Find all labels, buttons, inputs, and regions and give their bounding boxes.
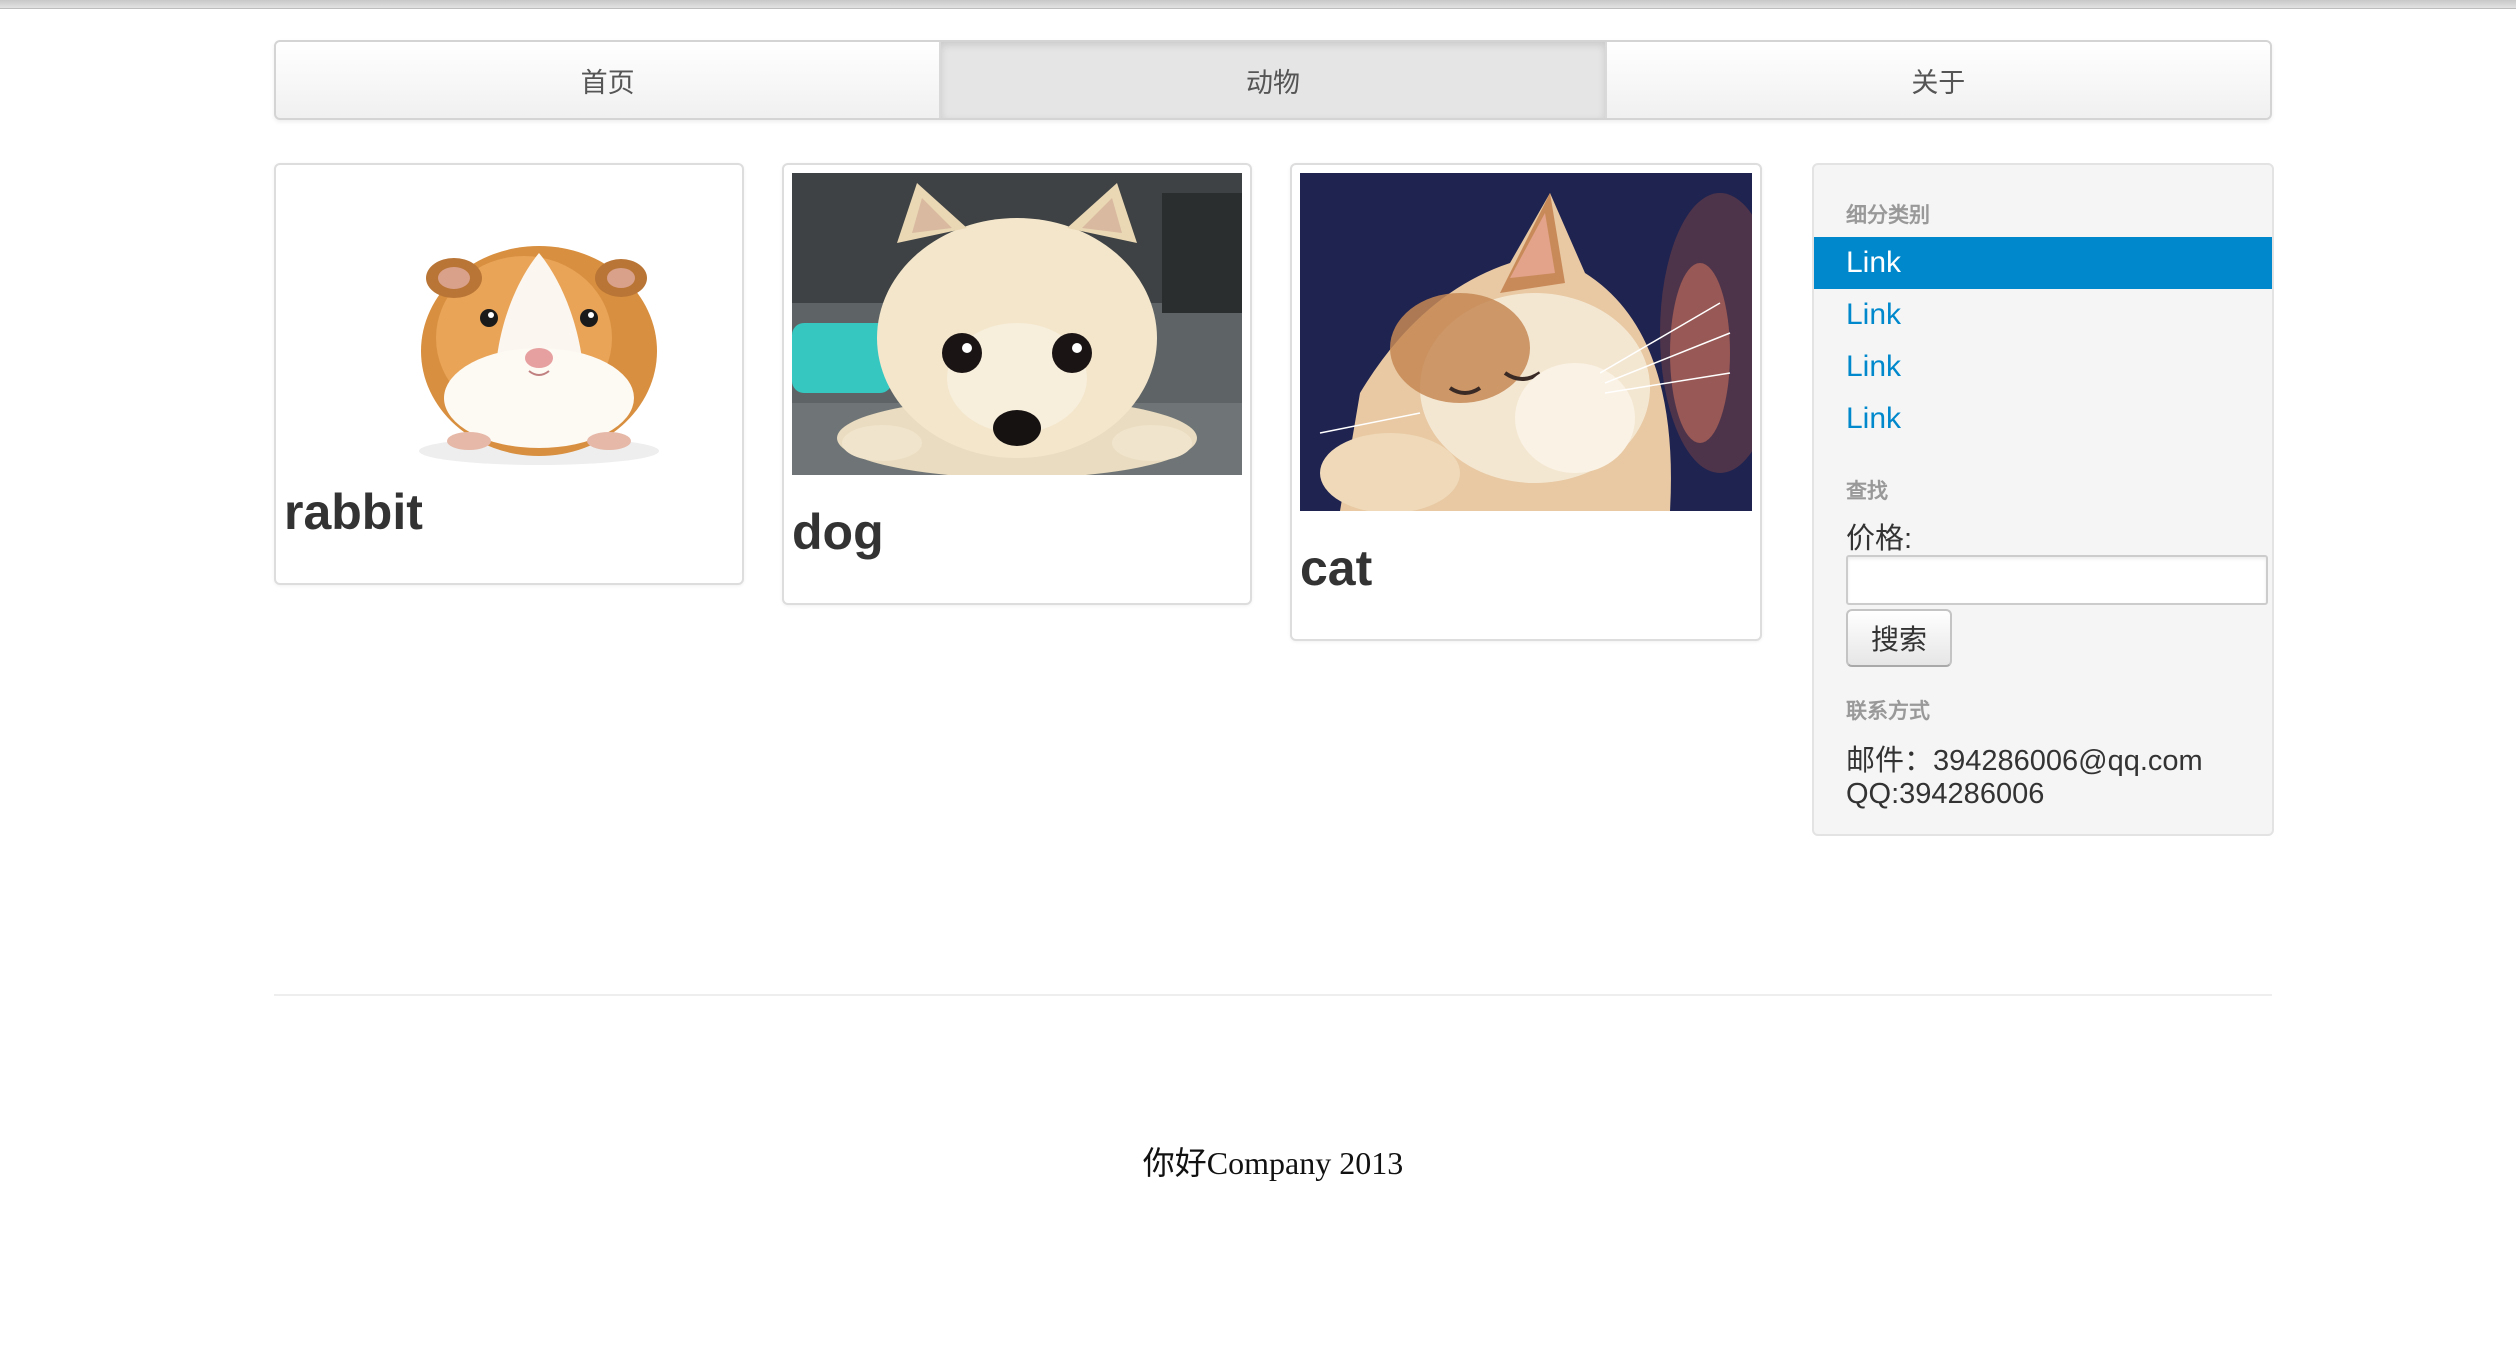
nav-item-about[interactable]: 关于 (1604, 42, 2270, 118)
search-header: 查找 (1846, 480, 1888, 503)
thumbnail-caption: rabbit (284, 484, 423, 540)
sleeping-cat-photo (1300, 173, 1752, 511)
sidebar-link-2[interactable]: Link (1814, 289, 2272, 341)
sidebar-link-3[interactable]: Link (1814, 341, 2272, 393)
nav-item-animals[interactable]: 动物 (939, 42, 1605, 118)
thumbnail-caption: dog (792, 504, 884, 560)
thumbnail-caption: cat (1300, 540, 1373, 596)
thumbnail-cat[interactable]: cat (1290, 163, 1762, 641)
pomeranian-puppy-photo (792, 173, 1242, 475)
thumbnail-dog[interactable]: dog (782, 163, 1252, 605)
search-button[interactable]: 搜索 (1846, 609, 1952, 667)
contact-email: 邮件：394286006@qq.com (1846, 745, 2203, 777)
price-input[interactable] (1846, 555, 2268, 605)
price-label: 价格: (1846, 523, 1913, 555)
sidebar: 细分类别 Link Link Link Link 查找 价格: 搜索 联系方式 … (1812, 163, 2274, 836)
footer-text: 你好Company 2013 (1142, 1145, 1404, 1181)
sidebar-link-4[interactable]: Link (1814, 393, 2272, 445)
thumbnail-rabbit[interactable]: rabbit (274, 163, 744, 585)
nav-item-home[interactable]: 首页 (276, 42, 939, 118)
sidebar-link-1[interactable]: Link (1814, 237, 2272, 289)
category-header: 细分类别 (1846, 204, 1930, 227)
main-nav: 首页 动物 关于 (274, 40, 2272, 120)
guinea-pig-photo (284, 173, 734, 473)
contact-qq: QQ:394286006 (1846, 778, 2045, 810)
browser-top-edge (0, 0, 2516, 9)
contact-header: 联系方式 (1846, 700, 1930, 723)
footer-divider (274, 994, 2272, 996)
